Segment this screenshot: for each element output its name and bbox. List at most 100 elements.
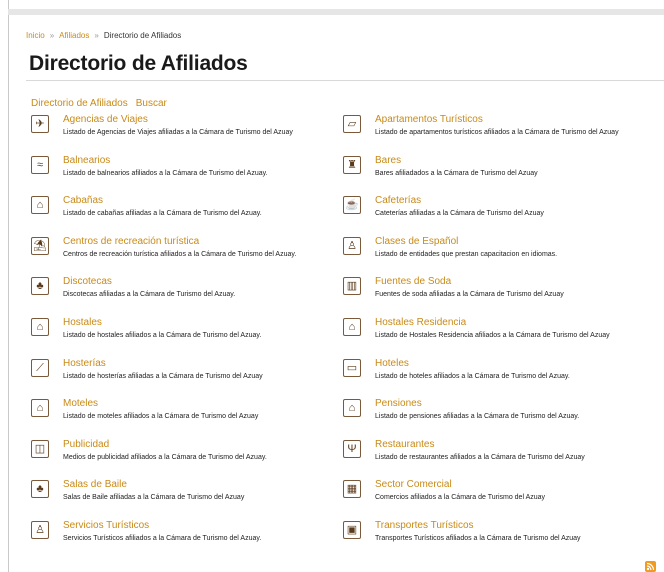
category-description: Cateterías afiliadas a la Cámara de Turi… [375, 210, 544, 217]
dancers-icon[interactable]: ♣ [31, 480, 49, 498]
guesthouse-icon[interactable]: ⌂ [343, 399, 361, 417]
recreation-icon[interactable]: ⛱ [31, 237, 49, 255]
category-description: Listado de entidades que prestan capacit… [375, 251, 558, 258]
category-description: Listado de cabañas afiliadas a la Cámara… [63, 210, 262, 217]
category-item: ⛱ Centros de recreación turística Centros … [31, 236, 341, 273]
category-link[interactable]: Bares [375, 155, 401, 166]
category-description: Listado de balnearios afiliados a la Cám… [63, 170, 268, 177]
category-description: Medios de publicidad afiliados a la Cáma… [63, 454, 267, 461]
category-description: Transportes Turísticos afiliados a la Cá… [375, 535, 581, 542]
category-item: ⟋ Hosterías Listado de hosterías afiliadas… [31, 358, 341, 395]
inn-icon[interactable]: ⟋ [31, 359, 49, 377]
category-link[interactable]: Agencias de Viajes [63, 114, 148, 125]
category-link[interactable]: Publicidad [63, 439, 109, 450]
sub-navigation: Directorio de Afiliados Buscar [31, 98, 175, 109]
cabin-icon[interactable]: ⌂ [31, 196, 49, 214]
category-description: Listado de hosterías afiliadas a la Cáma… [63, 373, 263, 380]
category-description: Listado de Agencias de Viajes afiliadas … [63, 129, 293, 136]
category-link[interactable]: Discotecas [63, 276, 112, 287]
category-description: Salas de Baile afiliadas a la Cámara de … [63, 494, 245, 501]
category-item: ⌂ Hostales Residencia Listado de Hostales … [343, 317, 653, 354]
category-description: Bares afiliadados a la Cámara de Turismo… [375, 170, 538, 177]
category-link[interactable]: Cafeterías [375, 195, 421, 206]
category-link[interactable]: Centros de recreación turística [63, 236, 199, 247]
category-link[interactable]: Hoteles [375, 358, 409, 369]
category-item: ▥ Fuentes de Soda Fuentes de soda afiliada… [343, 276, 653, 313]
breadcrumb-separator: » [94, 31, 99, 40]
category-item: ♣ Salas de Baile Salas de Baile afiliadas … [31, 479, 341, 516]
motel-icon[interactable]: ⌂ [31, 399, 49, 417]
category-description: Listado de hostales afiliados a la Cámar… [63, 332, 262, 339]
bus-icon[interactable]: ▣ [343, 521, 361, 539]
category-item: ⌂ Moteles Listado de moteles afiliados a l… [31, 398, 341, 435]
category-link[interactable]: Balnearios [63, 155, 110, 166]
breadcrumb-current: Directorio de Afiliados [103, 31, 182, 40]
category-link[interactable]: Salas de Baile [63, 479, 127, 490]
category-item: ♣ Discotecas Discotecas afiliadas a la Cám… [31, 276, 341, 313]
category-link[interactable]: Servicios Turísticos [63, 520, 149, 531]
dancers-icon[interactable]: ♣ [31, 277, 49, 295]
category-item: ▱ Apartamentos Turísticos Listado de apart… [343, 114, 653, 151]
category-link[interactable]: Apartamentos Turísticos [375, 114, 483, 125]
category-link[interactable]: Moteles [63, 398, 98, 409]
category-description: Discotecas afiliadas a la Cámara de Turi… [63, 291, 236, 298]
person-icon[interactable]: ♙ [31, 521, 49, 539]
hostel-residence-icon[interactable]: ⌂ [343, 318, 361, 336]
bed-icon[interactable]: ▭ [343, 359, 361, 377]
directory-link[interactable]: Directorio de Afiliados [31, 98, 128, 109]
breadcrumb-separator: » [49, 31, 55, 40]
category-item: ⌂ Cabañas Listado de cabañas afiliadas a l… [31, 195, 341, 232]
category-link[interactable]: Restaurantes [375, 439, 434, 450]
category-item: ⌂ Hostales Listado de hostales afiliados a… [31, 317, 341, 354]
category-description: Fuentes de soda afiliadas a la Cámara de… [375, 291, 564, 298]
category-item: Ψ Restaurantes Listado de restaurantes afi… [343, 439, 653, 476]
soda-icon[interactable]: ▥ [343, 277, 361, 295]
category-item: ▦ Sector Comercial Comercios afiliados a l… [343, 479, 653, 516]
breadcrumb-afiliados-link[interactable]: Afiliados [59, 31, 89, 40]
category-item: ◫ Publicidad Medios de publicidad afiliado… [31, 439, 341, 476]
category-link[interactable]: Pensiones [375, 398, 422, 409]
category-item: ♙ Servicios Turísticos Servicios Turístico… [31, 520, 341, 557]
breadcrumb: Inicio » Afiliados » Directorio de Afiliados [26, 31, 181, 40]
bottle-glass-icon[interactable]: ♜ [343, 156, 361, 174]
radio-icon[interactable]: ◫ [31, 440, 49, 458]
category-link[interactable]: Hostales [63, 317, 102, 328]
category-link[interactable]: Cabañas [63, 195, 103, 206]
swimmer-icon[interactable]: ≈ [31, 156, 49, 174]
category-link[interactable]: Sector Comercial [375, 479, 452, 490]
category-item: ▣ Transportes Turísticos Transportes Turís… [343, 520, 653, 557]
category-description: Centros de recreación turística afiliado… [63, 251, 297, 258]
airplane-icon[interactable]: ✈ [31, 115, 49, 133]
cutlery-icon[interactable]: Ψ [343, 440, 361, 458]
header-bar [8, 9, 664, 15]
category-link[interactable]: Transportes Turísticos [375, 520, 474, 531]
category-item: ✈ Agencias de Viajes Listado de Agencias d… [31, 114, 341, 151]
category-item: ♙ Clases de Español Listado de entidades q… [343, 236, 653, 273]
search-link[interactable]: Buscar [136, 98, 167, 109]
category-description: Listado de restaurantes afiliados a la C… [375, 454, 585, 461]
shop-icon[interactable]: ▦ [343, 480, 361, 498]
title-divider [26, 80, 664, 81]
hostel-icon[interactable]: ⌂ [31, 318, 49, 336]
page-title: Directorio de Afiliados [29, 52, 248, 75]
category-description: Listado de Hostales Residencia afiliados… [375, 332, 610, 339]
category-description: Listado de moteles afiliados a la Cámara… [63, 413, 259, 420]
category-description: Listado de apartamentos turísticos afili… [375, 129, 619, 136]
rss-feed-icon[interactable] [645, 561, 656, 572]
category-link[interactable]: Clases de Español [375, 236, 458, 247]
category-link[interactable]: Hosterías [63, 358, 106, 369]
teacher-icon[interactable]: ♙ [343, 237, 361, 255]
category-description: Servicios Turísticos afiliados a la Cáma… [63, 535, 262, 542]
category-description: Listado de pensiones afiliadas a la Cáma… [375, 413, 580, 420]
breadcrumb-home-link[interactable]: Inicio [26, 31, 45, 40]
category-item: ⌂ Pensiones Listado de pensiones afiliadas… [343, 398, 653, 435]
coffee-cup-icon[interactable]: ☕ [343, 196, 361, 214]
category-link[interactable]: Hostales Residencia [375, 317, 466, 328]
category-description: Listado de hoteles afiliados a la Cámara… [375, 373, 570, 380]
content-left-border [8, 0, 9, 572]
building-icon[interactable]: ▱ [343, 115, 361, 133]
category-description: Comercios afiliados a la Cámara de Turis… [375, 494, 546, 501]
category-item: ♜ Bares Bares afiliadados a la Cámara de T… [343, 155, 653, 192]
category-link[interactable]: Fuentes de Soda [375, 276, 451, 287]
category-item: ☕ Cafeterías Cateterías afiliadas a la Cám… [343, 195, 653, 232]
